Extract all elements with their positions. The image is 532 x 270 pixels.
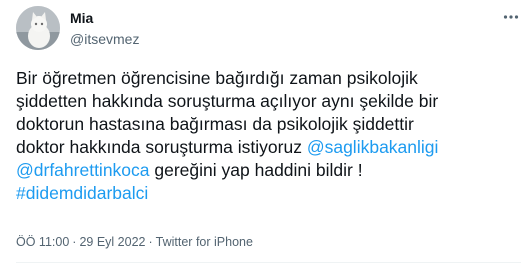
tweet-time[interactable]: ÖÖ 11:00 (16, 235, 69, 249)
divider (16, 262, 521, 263)
tweet-line: #didemdidarbalci (16, 182, 521, 205)
meta-separator: · (148, 235, 153, 249)
tweet-date[interactable]: 29 Eyl 2022 (79, 235, 145, 249)
author-name[interactable]: Mia (70, 9, 93, 27)
hashtag-link[interactable]: #didemdidarbalci (16, 183, 148, 203)
tweet-line: Bir öğretmen öğrencisine bağırdığı zaman… (16, 68, 418, 88)
tweet-meta: ÖÖ 11:00 · 29 Eyl 2022 · Twitter for iPhone (16, 234, 253, 250)
tweet-line: @drfahrettinkoca gereğini yap haddini bi… (16, 159, 521, 182)
tweet-line: şiddetten hakkında soruşturma açılıyor a… (16, 91, 439, 111)
tweet-line: doktorun hastasına bağırması da psikoloj… (16, 114, 414, 134)
author-handle[interactable]: @itsevmez (70, 30, 139, 48)
more-options-icon[interactable] (501, 7, 521, 27)
mention-link[interactable]: @drfahrettinkoca (16, 160, 150, 180)
meta-separator: · (72, 235, 77, 249)
mention-link[interactable]: @saglikbakanligi (307, 137, 439, 157)
tweet-line: doktor hakkında soruşturma istiyoruz @sa… (16, 136, 521, 159)
tweet-source[interactable]: Twitter for iPhone (156, 235, 253, 249)
tweet-text: Bir öğretmen öğrencisine bağırdığı zaman… (16, 67, 521, 205)
tweet-text-segment: gereğini yap haddini bildir ! (149, 160, 363, 180)
tweet-text-segment: doktor hakkında soruşturma istiyoruz (16, 137, 307, 157)
cat-avatar-icon[interactable] (16, 6, 60, 50)
tweet-card: Mia @itsevmez Bir öğretmen öğrencisine b… (0, 0, 532, 270)
